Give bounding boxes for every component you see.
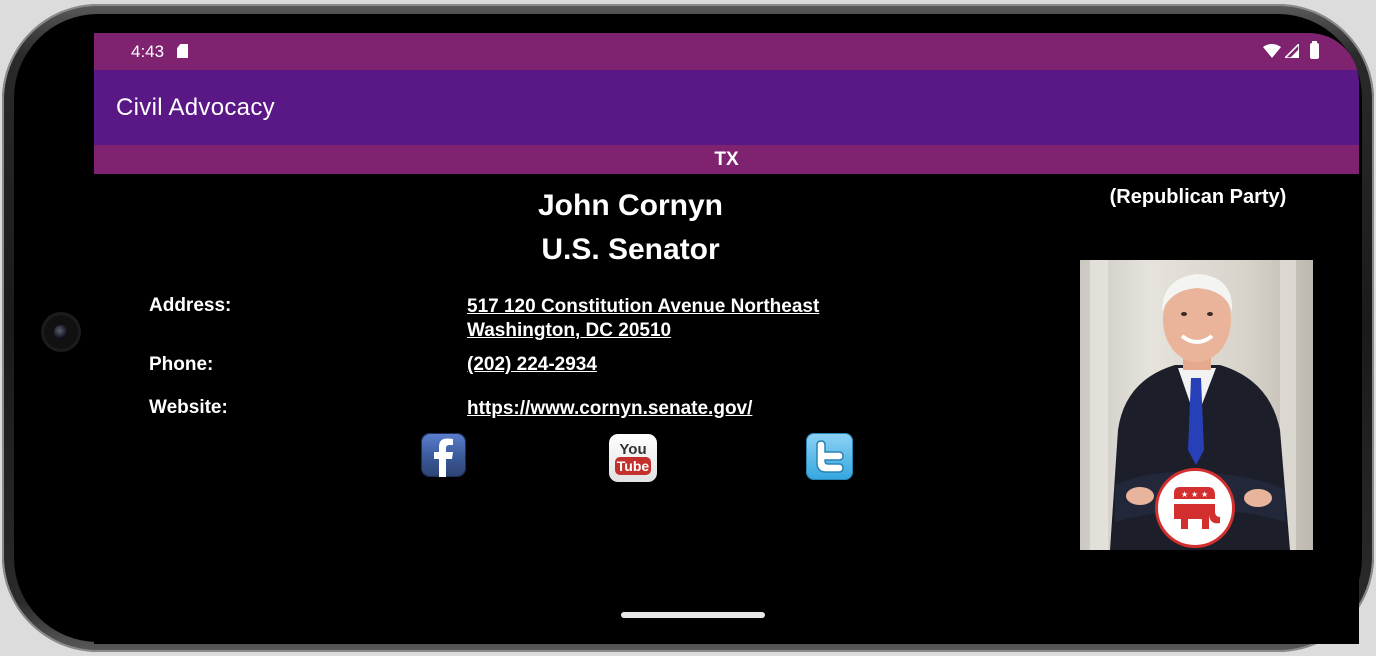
address-line-2: Washington, DC 20510 (467, 320, 672, 341)
front-camera (44, 315, 78, 349)
twitter-icon[interactable] (806, 433, 853, 480)
youtube-icon-text-bottom: Tube (617, 458, 650, 474)
youtube-icon-text-top: You (619, 441, 646, 458)
official-office: U.S. Senator (541, 233, 720, 266)
svg-text:★: ★ (1181, 490, 1188, 499)
website-link[interactable]: https://www.cornyn.senate.gov/ (467, 397, 752, 421)
status-time: 4:43 (131, 42, 165, 61)
phone-frame: 4:43 Civil Advocacy TX John Cornyn U.S. … (2, 4, 1374, 652)
address-line-1: 517 120 Constitution Avenue Northeast (467, 296, 820, 317)
republican-party-icon[interactable]: ★ ★ ★ (1155, 468, 1235, 548)
sd-card-icon (177, 44, 188, 58)
home-indicator[interactable] (621, 612, 765, 618)
address-link[interactable]: 517 120 Constitution Avenue Northeast Wa… (467, 295, 819, 343)
party-label: (Republican Party) (1109, 186, 1287, 208)
battery-icon (1310, 41, 1319, 59)
app-bar: Civil Advocacy (94, 70, 1359, 145)
wifi-icon (1263, 44, 1281, 58)
svg-text:★: ★ (1191, 490, 1198, 499)
youtube-icon[interactable]: You Tube (609, 434, 657, 482)
svg-text:★: ★ (1201, 490, 1208, 499)
phone-label: Phone: (149, 354, 214, 375)
facebook-icon[interactable] (421, 433, 466, 477)
phone-link[interactable]: (202) 224-2934 (467, 353, 597, 377)
screen: 4:43 Civil Advocacy TX John Cornyn U.S. … (94, 33, 1359, 644)
address-label: Address: (149, 295, 232, 316)
app-title: Civil Advocacy (116, 94, 275, 121)
signal-icon (1285, 44, 1299, 58)
status-bar: 4:43 (94, 33, 1359, 70)
location-state-bar: TX (94, 145, 1359, 174)
official-name: John Cornyn (538, 189, 723, 222)
website-label: Website: (149, 397, 228, 418)
